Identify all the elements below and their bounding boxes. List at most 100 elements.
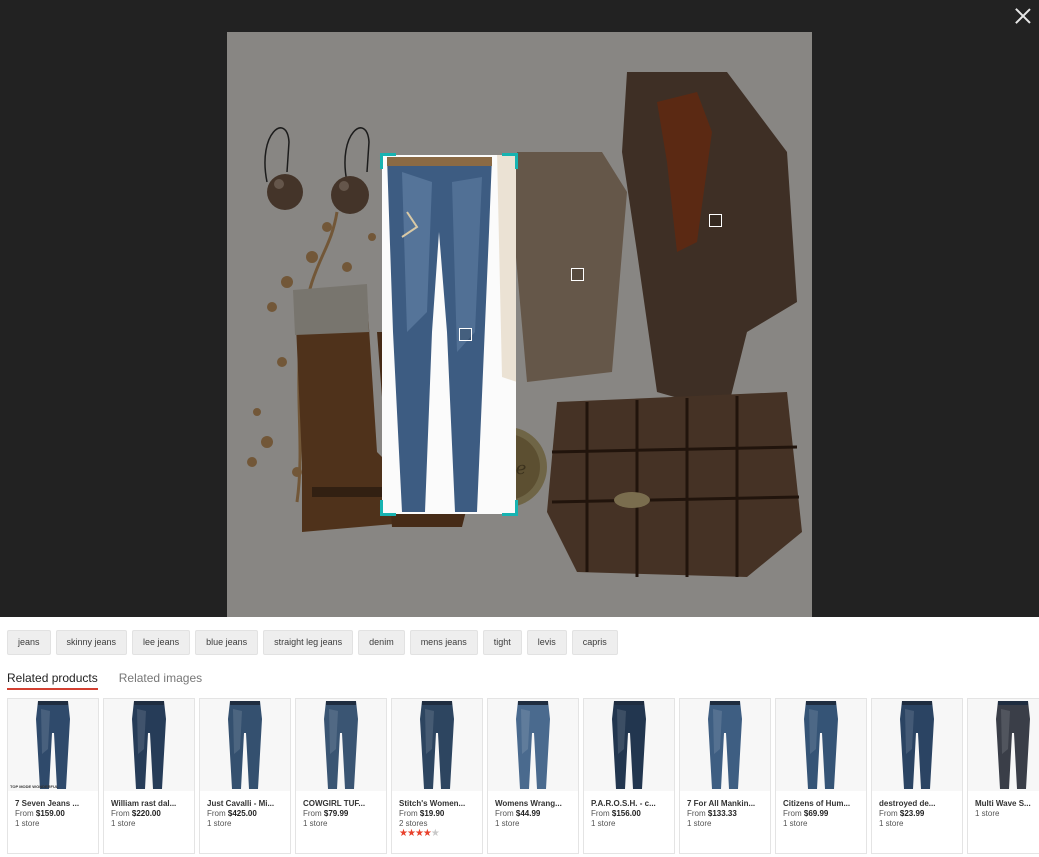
price-value: $220.00 [131,809,161,818]
product-name[interactable]: Just Cavalli - Mi... [207,799,285,808]
outfit-collage: love [227,32,812,617]
result-tabs: Related products Related images [7,671,202,690]
chip-levis[interactable]: levis [526,630,567,655]
store-count: 1 store [15,819,40,828]
product-card[interactable]: destroyed de... From $23.99 1 store [871,698,963,854]
price-prefix: From [783,809,802,818]
product-price: From $44.99 [495,809,540,818]
chip-lee-jeans[interactable]: lee jeans [132,630,191,655]
product-price: From $133.33 [687,809,737,818]
store-count: 1 store [783,819,808,828]
selection-corner-top-left[interactable] [380,153,396,169]
product-thumbnail [104,699,194,791]
store-count: 1 store [303,819,328,828]
price-prefix: From [495,809,514,818]
product-name[interactable]: Citizens of Hum... [783,799,861,808]
product-card[interactable]: COWGIRL TUF... From $79.99 1 store [295,698,387,854]
product-price: From $159.00 [15,809,65,818]
price-prefix: From [207,809,226,818]
product-name[interactable]: Womens Wrang... [495,799,573,808]
product-thumbnail [872,699,962,791]
product-thumbnail [680,699,770,791]
selection-corner-top-right[interactable] [502,153,518,169]
tab-related-images[interactable]: Related images [119,671,202,690]
product-price: From $69.99 [783,809,828,818]
product-thumbnail [296,699,386,791]
close-icon[interactable] [1013,6,1033,26]
chip-skinny-jeans[interactable]: skinny jeans [55,630,128,655]
price-prefix: From [879,809,898,818]
product-name[interactable]: Stitch's Women... [399,799,477,808]
chip-denim[interactable]: denim [358,630,405,655]
star-icon: ★ [399,828,408,839]
results-panel: jeans skinny jeans lee jeans blue jeans … [0,617,1039,857]
product-name[interactable]: 7 Seven Jeans ... [15,799,93,808]
hotspot-jeans[interactable] [459,328,472,341]
price-value: $133.33 [707,809,737,818]
product-name[interactable]: Multi Wave S... [975,799,1039,808]
chip-blue-jeans[interactable]: blue jeans [195,630,259,655]
thumbnail-caption: TOP MODE WONDERFUL [10,784,59,789]
store-count: 1 store [975,809,1000,818]
store-count: 1 store [879,819,904,828]
store-count: 1 store [687,819,712,828]
product-card[interactable]: TOP MODE WONDERFUL 7 Seven Jeans ... From … [7,698,99,854]
chip-tight[interactable]: tight [482,630,522,655]
product-card[interactable]: Womens Wrang... From $44.99 1 store [487,698,579,854]
hotspot-top[interactable] [571,268,584,281]
chip-straight-leg-jeans[interactable]: straight leg jeans [263,630,354,655]
price-prefix: From [303,809,322,818]
product-name[interactable]: 7 For All Mankin... [687,799,765,808]
price-value: $425.00 [227,809,257,818]
product-name[interactable]: William rast dal... [111,799,189,808]
price-value: $159.00 [35,809,65,818]
product-thumbnail [776,699,866,791]
product-card[interactable]: Stitch's Women... From $19.90 2 stores ★★★★… [391,698,483,854]
price-prefix: From [687,809,706,818]
product-name[interactable]: COWGIRL TUF... [303,799,381,808]
outfit-image: love [227,32,812,617]
product-price: From $425.00 [207,809,257,818]
store-count: 1 store [207,819,232,828]
price-value: $44.99 [515,809,541,818]
product-name[interactable]: destroyed de... [879,799,957,808]
tab-related-products[interactable]: Related products [7,671,98,690]
selection-corner-bottom-right[interactable] [502,500,518,516]
product-card[interactable]: P.A.R.O.S.H. - c... From $156.00 1 store [583,698,675,854]
rating-stars: ★★★★★ [399,828,440,839]
product-card[interactable]: 7 For All Mankin... From $133.33 1 store [679,698,771,854]
price-value: $19.90 [419,809,445,818]
product-price: From $220.00 [111,809,161,818]
hotspot-scarf[interactable] [709,214,722,227]
price-prefix: From [399,809,418,818]
product-price: From $19.90 [399,809,444,818]
star-icon: ★ [422,828,432,839]
star-icon: ★ [430,828,440,839]
product-name[interactable]: P.A.R.O.S.H. - c... [591,799,669,808]
price-prefix: From [15,809,34,818]
product-card[interactable]: Multi Wave S... 1 store [967,698,1039,854]
query-chips: jeans skinny jeans lee jeans blue jeans … [7,630,618,655]
price-prefix: From [111,809,130,818]
product-thumbnail [392,699,482,791]
product-card[interactable]: William rast dal... From $220.00 1 store [103,698,195,854]
store-count: 1 store [495,819,520,828]
product-price: From $79.99 [303,809,348,818]
chip-mens-jeans[interactable]: mens jeans [409,630,478,655]
product-thumbnail [584,699,674,791]
product-thumbnail: TOP MODE WONDERFUL [8,699,98,791]
star-icon: ★ [414,828,424,839]
price-prefix: From [591,809,610,818]
price-value: $79.99 [323,809,349,818]
store-count: 2 stores [399,819,428,828]
product-thumbnail [488,699,578,791]
selection-corner-bottom-left[interactable] [380,500,396,516]
store-count: 1 store [591,819,616,828]
price-value: $69.99 [803,809,829,818]
product-card[interactable]: Citizens of Hum... From $69.99 1 store [775,698,867,854]
product-card[interactable]: Just Cavalli - Mi... From $425.00 1 store [199,698,291,854]
price-value: $156.00 [611,809,641,818]
selected-region [382,155,516,514]
chip-jeans[interactable]: jeans [7,630,51,655]
chip-capris[interactable]: capris [571,630,618,655]
